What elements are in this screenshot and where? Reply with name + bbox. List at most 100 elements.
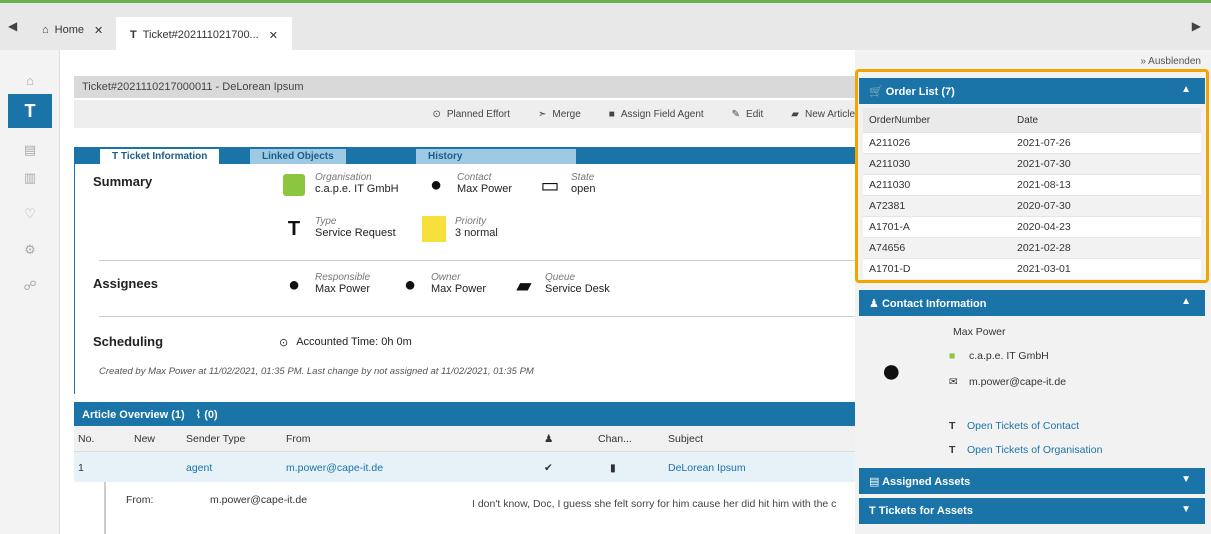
edit-button[interactable]: ✎ Edit [732, 109, 764, 120]
merge-button[interactable]: ➣ Merge [538, 109, 581, 120]
organisation-value[interactable]: c.a.p.e. IT GmbH [315, 183, 399, 195]
channel-note-icon: ▮ [610, 462, 616, 474]
tab-history[interactable]: History [416, 149, 576, 164]
tab-ticket-information[interactable]: T Ticket Information [100, 149, 220, 165]
table-row[interactable]: A72381 2020-07-30 [863, 195, 1201, 216]
col-channel[interactable]: Chan... [598, 433, 632, 445]
tab-home[interactable]: ⌂ Home ✕ [34, 17, 111, 43]
scheduling-label: Scheduling [93, 334, 164, 349]
assigned-assets-header[interactable]: ▤ Assigned Assets ▼ [859, 468, 1205, 494]
divider [99, 316, 856, 317]
contact-field: ● Contact Max Power [423, 172, 512, 198]
order-list-header[interactable]: 🛒 Order List (7) ▲ [859, 78, 1205, 104]
scroll-right-arrow-icon[interactable]: ▶ [1192, 19, 1201, 33]
col-no[interactable]: No. [78, 433, 94, 445]
close-icon[interactable]: ✕ [269, 29, 278, 42]
tickets-for-assets-title: Tickets for Assets [878, 505, 973, 517]
col-date[interactable]: Date [1017, 115, 1038, 126]
type-field: T Type Service Request [281, 216, 396, 242]
col-sender-type[interactable]: Sender Type [186, 433, 245, 445]
tab-ticket[interactable]: T Ticket#202111021700... ✕ [116, 17, 292, 53]
contact-information-header[interactable]: ♟ Contact Information ▲ [859, 290, 1205, 316]
type-value: Service Request [315, 227, 396, 239]
planned-effort-button[interactable]: ⊙ Planned Effort [432, 109, 510, 120]
table-row[interactable]: A211030 2021-08-13 [863, 174, 1201, 195]
home-icon[interactable]: ⌂ [14, 66, 46, 94]
user-icon: ● [287, 273, 301, 296]
chart-icon[interactable]: ▥ [14, 164, 46, 192]
contact-avatar-icon: ● [881, 352, 902, 390]
inbox-icon: ▭ [540, 174, 560, 197]
new-article-button[interactable]: ▰ New Article [791, 109, 855, 120]
lightbulb-icon[interactable]: ♡ [14, 200, 46, 228]
summary-label: Summary [93, 174, 153, 189]
user-icon: ● [403, 273, 417, 296]
tab-linked-objects[interactable]: Linked Objects [250, 149, 346, 164]
ticket-icon: T [949, 444, 956, 456]
col-from[interactable]: From [286, 433, 311, 445]
open-tickets-of-contact-link[interactable]: Open Tickets of Contact [967, 420, 1079, 432]
tab-ticket-label: Ticket#202111021700... [142, 29, 259, 41]
gear-icon[interactable]: ⚙ [14, 236, 46, 264]
responsible-value[interactable]: Max Power [315, 283, 370, 295]
divider [99, 260, 856, 261]
priority-color-swatch [421, 216, 447, 242]
clock-icon: ⊙ [432, 108, 441, 120]
hierarchy-icon[interactable]: ☍ [14, 272, 46, 300]
order-list-title: Order List (7) [885, 86, 955, 98]
hide-sidebar-link[interactable]: » Ausblenden [1140, 56, 1201, 67]
chevron-down-icon[interactable]: ▼ [1181, 504, 1191, 515]
contact-email[interactable]: m.power@cape-it.de [969, 376, 1066, 388]
contact-information-title: Contact Information [881, 298, 987, 310]
priority-field: Priority 3 normal [421, 216, 498, 242]
ticket-icon[interactable]: T [8, 94, 52, 128]
col-new[interactable]: New [134, 433, 155, 445]
chevron-down-icon[interactable]: ▼ [1181, 474, 1191, 485]
table-row[interactable]: A1701-A 2020-04-23 [863, 216, 1201, 237]
table-row[interactable]: 1 agent m.power@cape-it.de ✔ ▮ DeLorean … [74, 452, 855, 482]
table-row[interactable]: A211026 2021-07-26 [863, 132, 1201, 153]
chevron-up-icon[interactable]: ▲ [1181, 296, 1191, 307]
table-row[interactable]: A74656 2021-02-28 [863, 237, 1201, 258]
article-body-preview: I don't know, Doc, I guess she felt sorr… [472, 498, 837, 510]
detail-from-value: m.power@cape-it.de [210, 494, 308, 506]
accounted-time-value: Accounted Time: 0h 0m [296, 336, 412, 348]
assignees-label: Assignees [93, 276, 159, 291]
ticket-icon: T [130, 29, 137, 41]
detail-from-label: From: [126, 494, 154, 506]
table-row[interactable]: A211030 2021-07-30 [863, 153, 1201, 174]
owner-value[interactable]: Max Power [431, 283, 486, 295]
scroll-left-arrow-icon[interactable]: ◀ [8, 19, 22, 37]
visibility-icon[interactable]: ♟ [544, 433, 553, 445]
contacts-icon: ♟ [869, 298, 879, 310]
pencil-icon: ✎ [731, 108, 741, 120]
queue-value: Service Desk [545, 283, 610, 295]
col-subject[interactable]: Subject [668, 433, 703, 445]
organisation-logo-icon: ■ [949, 350, 956, 362]
envelope-icon: ✉ [949, 376, 958, 388]
order-list-table: OrderNumber Date A211026 2021-07-26 A2110… [863, 108, 1201, 279]
ticket-icon: T [949, 420, 956, 432]
cart-icon: 🛒 [869, 86, 883, 98]
assign-field-agent-button[interactable]: ■ Assign Field Agent [609, 109, 704, 120]
folder-open-icon: ▰ [516, 274, 532, 297]
paperclip-icon: ⌇ [195, 409, 202, 421]
database-icon[interactable]: ▤ [14, 136, 46, 164]
priority-value: 3 normal [455, 227, 498, 239]
open-tickets-of-organisation-link[interactable]: Open Tickets of Organisation [967, 444, 1102, 456]
ticket-icon: T [112, 151, 121, 162]
database-icon: ▤ [869, 476, 880, 488]
table-row[interactable]: A1701-D 2021-03-01 [863, 258, 1201, 279]
article-table-header: No. New Sender Type From ♟ Chan... Subje… [74, 426, 855, 452]
clock-icon: ⊙ [279, 337, 289, 349]
merge-icon: ➣ [538, 108, 547, 120]
contact-org[interactable]: c.a.p.e. IT GmbH [969, 350, 1049, 362]
chevron-up-icon[interactable]: ▲ [1181, 84, 1191, 95]
tickets-for-assets-header[interactable]: T Tickets for Assets ▼ [859, 498, 1205, 524]
created-info-line: Created by Max Power at 11/02/2021, 01:3… [99, 366, 534, 377]
close-icon[interactable]: ✕ [94, 24, 103, 37]
contact-information-body: ● Max Power ■ c.a.p.e. IT GmbH ✉ m.power… [863, 320, 1201, 456]
col-order-number[interactable]: OrderNumber [869, 115, 930, 126]
contact-value[interactable]: Max Power [457, 183, 512, 195]
article-overview-header[interactable]: Article Overview (1) ⌇ (0) [74, 402, 855, 426]
